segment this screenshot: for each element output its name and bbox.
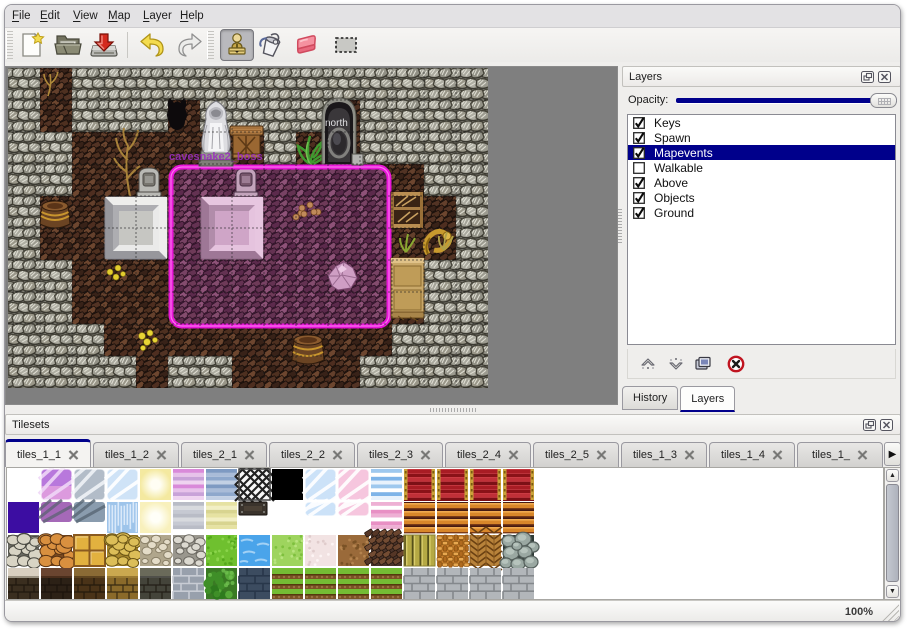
svg-text:north: north	[325, 118, 348, 129]
svg-text:cavesnake2_boss: cavesnake2_boss	[169, 151, 263, 163]
